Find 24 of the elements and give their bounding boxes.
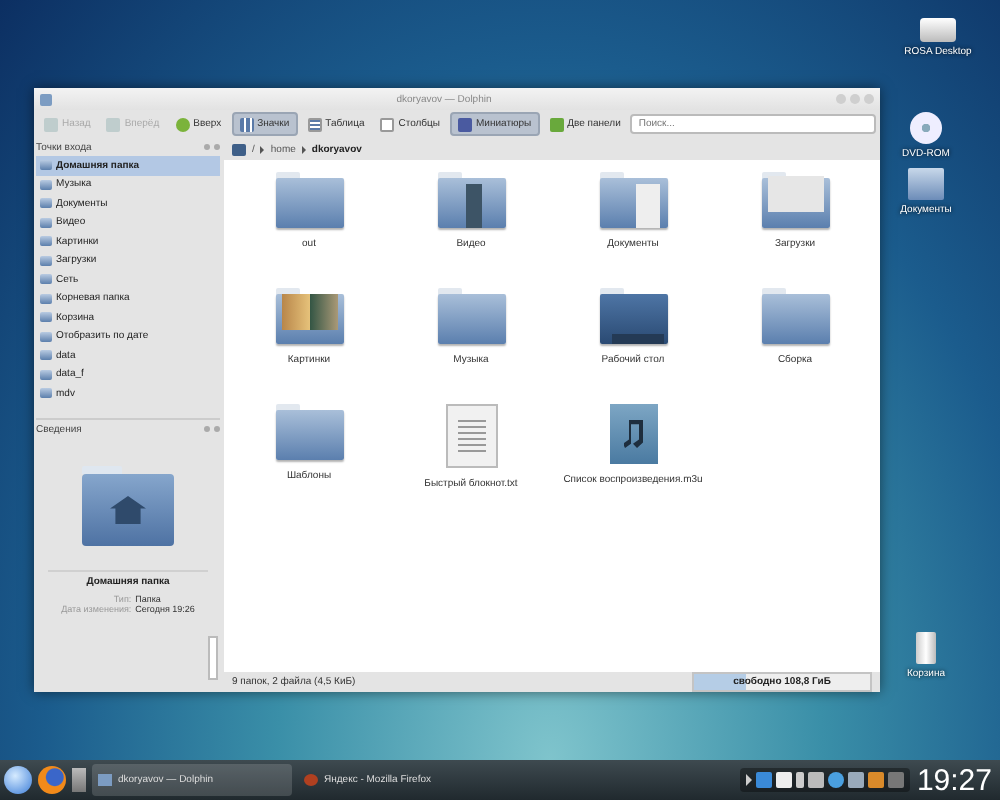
chevron-icon xyxy=(301,145,306,153)
folder-icon[interactable] xyxy=(761,288,829,344)
chevron-icon xyxy=(260,145,265,153)
folder-icon[interactable] xyxy=(275,404,343,460)
folder-icon[interactable] xyxy=(232,143,246,155)
desktop-folder-icon[interactable] xyxy=(599,288,667,344)
documents-folder-icon[interactable] xyxy=(599,172,667,228)
start-menu-icon[interactable] xyxy=(4,766,32,794)
pager-icon[interactable] xyxy=(72,768,86,792)
scrollbar[interactable] xyxy=(208,636,218,680)
music-file-icon[interactable] xyxy=(609,404,657,464)
pictures-folder-icon[interactable] xyxy=(275,288,343,344)
details-view-icon xyxy=(307,117,322,131)
folder-icon[interactable] xyxy=(275,172,343,228)
folder-icon xyxy=(98,774,112,786)
video-folder-icon[interactable] xyxy=(437,172,505,228)
folder-icon[interactable] xyxy=(908,168,944,200)
icons-view-icon xyxy=(239,117,254,131)
app-icon xyxy=(40,93,52,105)
clock[interactable]: 19:27 xyxy=(916,763,996,797)
text-file-icon[interactable] xyxy=(445,404,497,468)
downloads-folder-icon[interactable] xyxy=(761,172,829,228)
columns-view-icon xyxy=(380,117,395,131)
folder-icon[interactable] xyxy=(437,288,505,344)
